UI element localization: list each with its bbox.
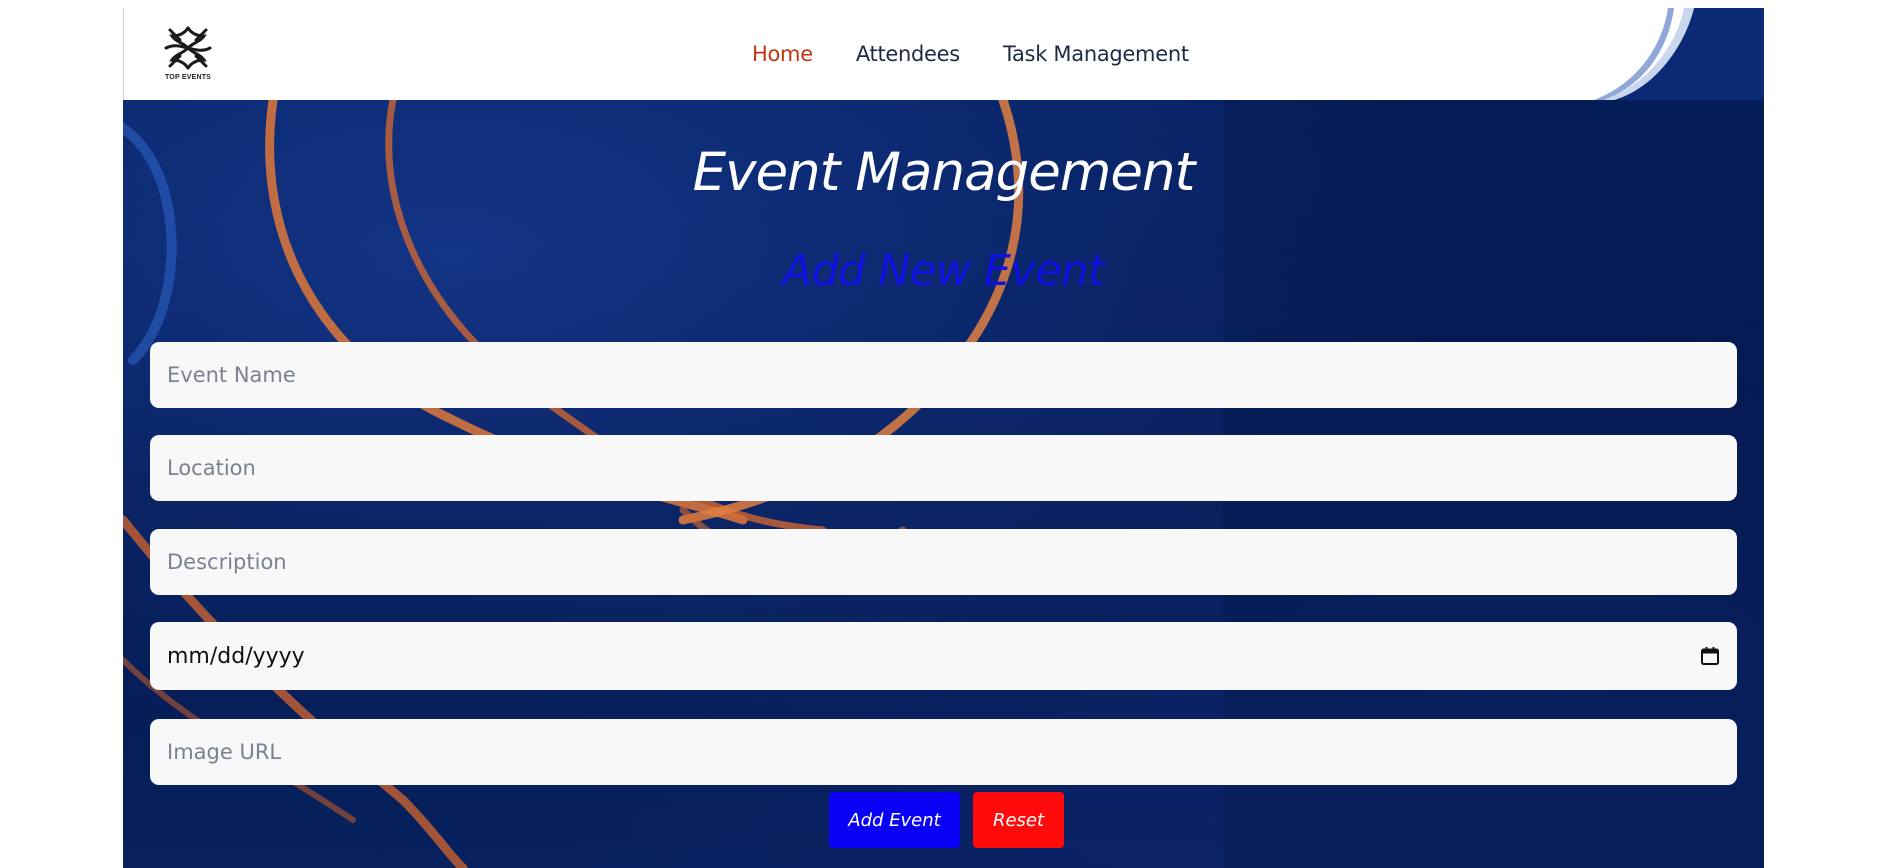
header-decoration bbox=[1584, 8, 1764, 100]
nav-item-home[interactable]: Home bbox=[752, 42, 813, 66]
date-placeholder: mm/dd/yyyy bbox=[167, 643, 305, 669]
event-name-input[interactable] bbox=[150, 342, 1737, 408]
add-event-button[interactable]: Add Event bbox=[829, 792, 960, 848]
calendar-icon[interactable] bbox=[1700, 646, 1720, 666]
navbar: TOP EVENTS Home Attendees Task Managemen… bbox=[123, 8, 1764, 100]
description-input[interactable] bbox=[150, 529, 1737, 595]
nav-item-attendees[interactable]: Attendees bbox=[856, 42, 960, 66]
reset-button[interactable]: Reset bbox=[973, 792, 1064, 848]
event-date-input[interactable]: mm/dd/yyyy bbox=[150, 622, 1737, 690]
form-heading: Add New Event bbox=[782, 246, 1105, 296]
image-url-input[interactable] bbox=[150, 719, 1737, 785]
page: TOP EVENTS Home Attendees Task Managemen… bbox=[123, 8, 1764, 868]
main-nav: Home Attendees Task Management bbox=[752, 8, 1189, 100]
page-title: Event Management bbox=[692, 142, 1196, 203]
nav-item-task-management[interactable]: Task Management bbox=[1003, 42, 1189, 66]
location-input[interactable] bbox=[150, 435, 1737, 501]
star-knot-logo-icon bbox=[164, 26, 212, 70]
brand-logo[interactable]: TOP EVENTS bbox=[162, 24, 214, 86]
form-actions: Add Event Reset bbox=[123, 792, 1764, 848]
brand-name: TOP EVENTS bbox=[164, 74, 212, 81]
hero-section: Event Management Add New Event mm/dd/yyy… bbox=[123, 100, 1764, 868]
